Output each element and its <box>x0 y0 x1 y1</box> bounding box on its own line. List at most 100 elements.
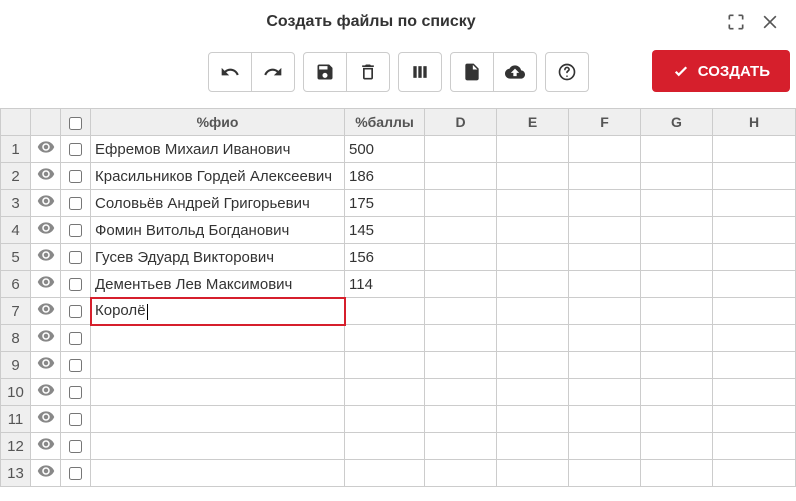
cell-empty[interactable] <box>641 298 713 325</box>
cell-empty[interactable] <box>641 352 713 379</box>
cell-bally[interactable]: 186 <box>345 163 425 190</box>
visibility-toggle[interactable] <box>31 379 61 406</box>
cell-empty[interactable] <box>713 136 796 163</box>
cloud-upload-button[interactable] <box>493 52 537 92</box>
header-fio[interactable]: %фио <box>91 109 345 136</box>
row-checkbox[interactable] <box>69 359 82 372</box>
cell-empty[interactable] <box>425 379 497 406</box>
visibility-toggle[interactable] <box>31 298 61 325</box>
cell-empty[interactable] <box>497 163 569 190</box>
cell-bally[interactable]: 145 <box>345 217 425 244</box>
cell-bally[interactable]: 114 <box>345 271 425 298</box>
cell-fio[interactable] <box>91 379 345 406</box>
cell-empty[interactable] <box>713 271 796 298</box>
cell-empty[interactable] <box>569 163 641 190</box>
columns-button[interactable] <box>398 52 442 92</box>
cell-empty[interactable] <box>425 244 497 271</box>
row-checkbox[interactable] <box>69 251 82 264</box>
row-number[interactable]: 1 <box>1 136 31 163</box>
cell-bally[interactable]: 500 <box>345 136 425 163</box>
cell-empty[interactable] <box>713 217 796 244</box>
visibility-toggle[interactable] <box>31 190 61 217</box>
cell-empty[interactable] <box>569 271 641 298</box>
cell-empty[interactable] <box>713 244 796 271</box>
header-bally[interactable]: %баллы <box>345 109 425 136</box>
cell-empty[interactable] <box>641 433 713 460</box>
create-button[interactable]: СОЗДАТЬ <box>652 50 790 92</box>
cell-empty[interactable] <box>497 460 569 487</box>
visibility-toggle[interactable] <box>31 244 61 271</box>
cell-fio[interactable] <box>91 460 345 487</box>
row-checkbox[interactable] <box>69 143 82 156</box>
cell-empty[interactable] <box>497 298 569 325</box>
row-checkbox[interactable] <box>69 170 82 183</box>
cell-bally[interactable] <box>345 406 425 433</box>
header-check[interactable] <box>61 109 91 136</box>
row-checkbox[interactable] <box>69 224 82 237</box>
close-icon[interactable] <box>760 12 780 32</box>
cell-bally[interactable] <box>345 325 425 352</box>
cell-fio[interactable]: Ефремов Михаил Иванович <box>91 136 345 163</box>
cell-fio[interactable]: Соловьёв Андрей Григорьевич <box>91 190 345 217</box>
cell-empty[interactable] <box>641 136 713 163</box>
row-checkbox[interactable] <box>69 332 82 345</box>
cell-empty[interactable] <box>569 190 641 217</box>
header-col-d[interactable]: D <box>425 109 497 136</box>
cell-empty[interactable] <box>641 190 713 217</box>
row-number[interactable]: 8 <box>1 325 31 352</box>
row-number[interactable]: 11 <box>1 406 31 433</box>
select-all-checkbox[interactable] <box>69 117 82 130</box>
cell-empty[interactable] <box>569 217 641 244</box>
cell-empty[interactable] <box>425 136 497 163</box>
header-rownum[interactable] <box>1 109 31 136</box>
cell-bally[interactable] <box>345 298 425 325</box>
row-checkbox[interactable] <box>69 413 82 426</box>
cell-empty[interactable] <box>425 271 497 298</box>
row-checkbox[interactable] <box>69 305 82 318</box>
row-number[interactable]: 2 <box>1 163 31 190</box>
cell-fio[interactable] <box>91 325 345 352</box>
row-number[interactable]: 7 <box>1 298 31 325</box>
cell-bally[interactable]: 156 <box>345 244 425 271</box>
visibility-toggle[interactable] <box>31 163 61 190</box>
cell-empty[interactable] <box>641 244 713 271</box>
cell-empty[interactable] <box>497 217 569 244</box>
cell-empty[interactable] <box>641 271 713 298</box>
cell-empty[interactable] <box>497 433 569 460</box>
cell-empty[interactable] <box>569 433 641 460</box>
cell-empty[interactable] <box>713 352 796 379</box>
header-col-h[interactable]: H <box>713 109 796 136</box>
visibility-toggle[interactable] <box>31 271 61 298</box>
cell-bally[interactable] <box>345 352 425 379</box>
cell-empty[interactable] <box>425 325 497 352</box>
cell-empty[interactable] <box>497 406 569 433</box>
cell-empty[interactable] <box>425 406 497 433</box>
cell-empty[interactable] <box>425 163 497 190</box>
visibility-toggle[interactable] <box>31 325 61 352</box>
cell-fio[interactable]: Дементьев Лев Максимович <box>91 271 345 298</box>
cell-fio[interactable]: Фомин Витольд Богданович <box>91 217 345 244</box>
cell-empty[interactable] <box>713 406 796 433</box>
cell-empty[interactable] <box>425 190 497 217</box>
row-checkbox[interactable] <box>69 386 82 399</box>
cell-empty[interactable] <box>713 460 796 487</box>
cell-empty[interactable] <box>713 433 796 460</box>
cell-empty[interactable] <box>425 433 497 460</box>
cell-empty[interactable] <box>497 136 569 163</box>
cell-empty[interactable] <box>569 325 641 352</box>
cell-empty[interactable] <box>569 406 641 433</box>
cell-empty[interactable] <box>569 379 641 406</box>
cell-empty[interactable] <box>569 352 641 379</box>
row-checkbox[interactable] <box>69 197 82 210</box>
cell-bally[interactable] <box>345 433 425 460</box>
cell-empty[interactable] <box>713 190 796 217</box>
cell-empty[interactable] <box>713 325 796 352</box>
file-button[interactable] <box>450 52 494 92</box>
visibility-toggle[interactable] <box>31 406 61 433</box>
cell-empty[interactable] <box>425 298 497 325</box>
cell-empty[interactable] <box>641 217 713 244</box>
cell-empty[interactable] <box>641 379 713 406</box>
delete-button[interactable] <box>346 52 390 92</box>
row-number[interactable]: 5 <box>1 244 31 271</box>
row-number[interactable]: 10 <box>1 379 31 406</box>
